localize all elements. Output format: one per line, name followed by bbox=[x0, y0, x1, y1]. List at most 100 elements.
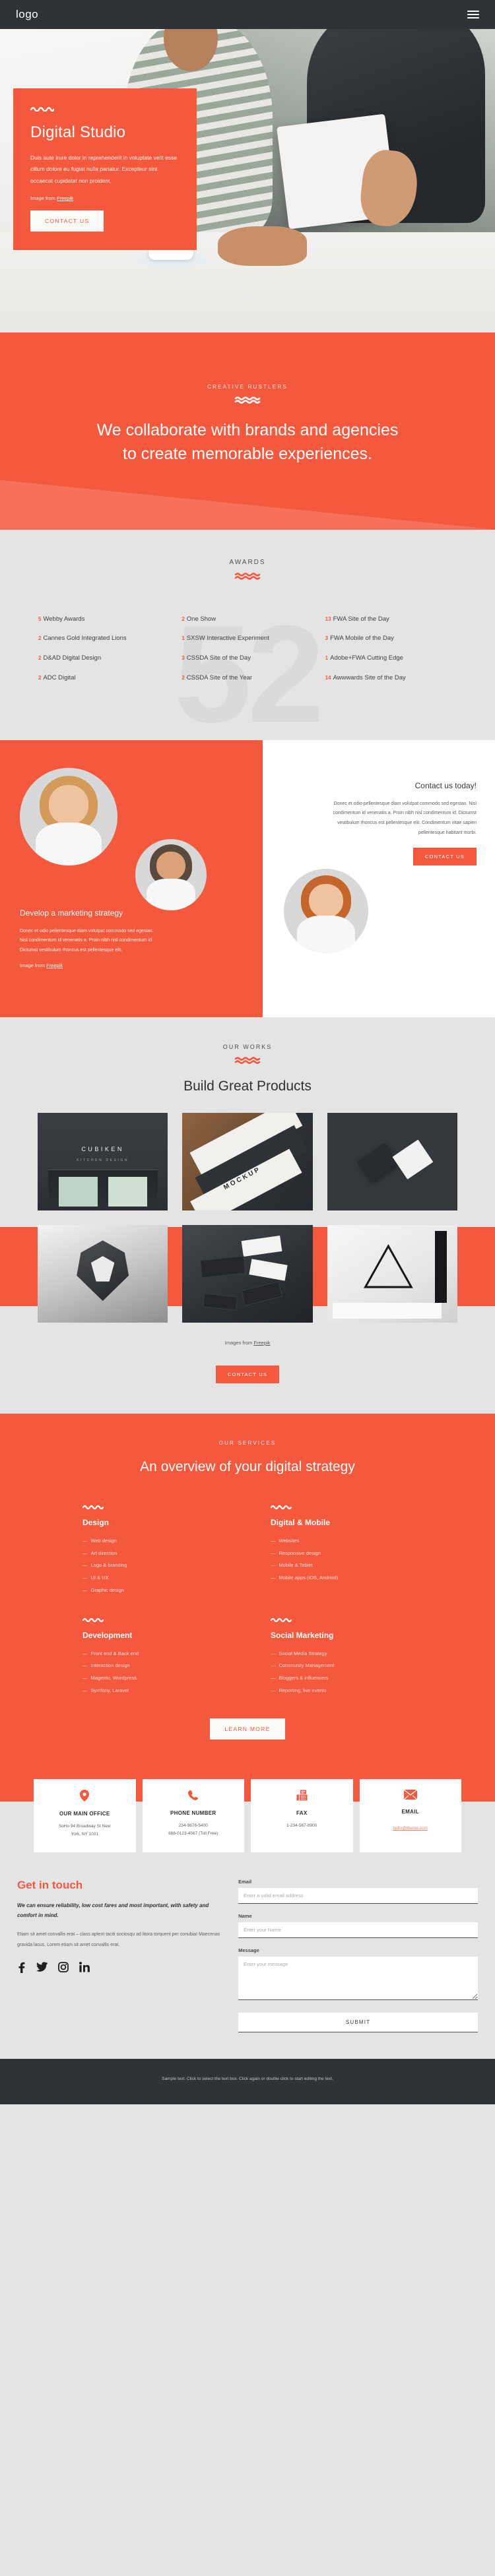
fax-icon bbox=[256, 1790, 348, 1803]
work-tile[interactable] bbox=[327, 1112, 457, 1210]
services-eyebrow: OUR SERVICES bbox=[218, 1439, 277, 1446]
service-item: — Mobile apps (iOS, Android) bbox=[271, 1575, 339, 1581]
contact-today-paragraph: Donec et odio pellentesque diam volutpat… bbox=[333, 801, 477, 835]
service-item: — Logo & branding bbox=[82, 1562, 127, 1569]
service-item: — Web design bbox=[82, 1537, 117, 1544]
service-column-digital-mobile: Digital & Mobile — Websites — Responsive d… bbox=[271, 1504, 412, 1597]
get-in-touch-body: Etiam sit amet convallis erat – class ap… bbox=[17, 1932, 220, 1947]
credit-link[interactable]: Freepik bbox=[253, 1340, 270, 1346]
service-list: — Front end & Back end — Interaction desig… bbox=[82, 1648, 224, 1697]
hero-card: Digital Studio Duis aute irure dolor in … bbox=[13, 88, 197, 251]
works-image-credit: Images from Freepik bbox=[0, 1340, 495, 1346]
hero-contact-button[interactable]: CONTACT US bbox=[30, 210, 104, 232]
service-item: — Responsive design bbox=[271, 1550, 321, 1556]
work-tile[interactable] bbox=[182, 1224, 313, 1323]
email-input[interactable] bbox=[238, 1887, 478, 1904]
works-grid: CUBIKEN KITCHEN DESIGN MOCKUP MOCKUP bbox=[19, 1112, 476, 1323]
contact-card-line: 888-0123-4567 (Toll Free) bbox=[168, 1831, 218, 1837]
strategy-text-block: Develop a marketing strategy Donec et od… bbox=[20, 908, 162, 978]
service-title: Digital & Mobile bbox=[271, 1517, 330, 1527]
contact-form: Email Name Message SUBMIT bbox=[238, 1879, 478, 2032]
award-item: 2 Cannes Gold Integrated Lions bbox=[38, 635, 127, 643]
hero-section: Digital Studio Duis aute irure dolor in … bbox=[0, 29, 495, 332]
footer-text: Sample text. Click to select the text bo… bbox=[162, 2076, 333, 2081]
learn-more-button[interactable]: LEARN MORE bbox=[210, 1718, 285, 1740]
contact-today-button[interactable]: CONTACT US bbox=[412, 847, 477, 865]
award-item: 3 FWA Mobile of the Day bbox=[325, 635, 394, 643]
facebook-icon[interactable] bbox=[17, 1962, 26, 1974]
site-logo[interactable]: logo bbox=[16, 8, 38, 21]
work-tile[interactable]: MOCKUP MOCKUP bbox=[182, 1112, 313, 1210]
awards-grid: 5 Webby Awards 2 One Show 13 FWA Site of th… bbox=[20, 615, 475, 694]
contact-card-title: PHONE NUMBER bbox=[170, 1809, 216, 1816]
contact-cards-section: OUR MAIN OFFICE SoHo 94 Broadway St New … bbox=[0, 1769, 495, 1875]
hero-paragraph: Duis aute irure dolor in reprehenderit i… bbox=[30, 154, 178, 184]
strategy-paragraph: Donec et odio pellentesque diam volutpat… bbox=[20, 928, 154, 953]
strategy-section: Develop a marketing strategy Donec et od… bbox=[0, 739, 495, 1017]
triangle-icon bbox=[364, 1244, 413, 1288]
contact-card-fax: FAX 1-234-567-8900 bbox=[251, 1778, 353, 1852]
footer: Sample text. Click to select the text bo… bbox=[0, 2058, 495, 2105]
get-in-touch-section: Get in touch We can ensure reliability, … bbox=[0, 1874, 495, 2059]
email-field-group: Email bbox=[238, 1879, 478, 1904]
service-item: — Symfony, Laravel bbox=[82, 1687, 129, 1693]
service-item: — Bloggers & influencers bbox=[271, 1675, 329, 1681]
squiggle-icon bbox=[0, 396, 495, 404]
award-item: 2 ADC Digital bbox=[38, 674, 76, 681]
message-textarea[interactable] bbox=[238, 1956, 478, 2000]
message-label: Message bbox=[238, 1947, 259, 1953]
service-list: — Web design — Art direction — Logo & brand… bbox=[82, 1535, 224, 1597]
work-tile[interactable] bbox=[327, 1224, 457, 1323]
works-heading: Build Great Products bbox=[183, 1078, 312, 1094]
contact-card-line: York, NY 1001 bbox=[71, 1832, 99, 1837]
credit-link[interactable]: Freepik bbox=[57, 195, 73, 201]
works-cta-wrap: CONTACT US bbox=[0, 1356, 495, 1383]
credit-link[interactable]: Freepik bbox=[46, 962, 63, 968]
get-in-touch-info: Get in touch We can ensure reliability, … bbox=[17, 1879, 221, 2032]
services-heading: An overview of your digital strategy bbox=[140, 1459, 355, 1474]
squiggle-icon bbox=[30, 106, 54, 111]
service-list: — Social Media Strategy — Community Manage… bbox=[271, 1648, 412, 1697]
collab-heading: We collaborate with brands and agencies … bbox=[96, 421, 399, 464]
hamburger-icon[interactable] bbox=[467, 11, 479, 18]
contact-card-title: FAX bbox=[296, 1809, 308, 1816]
contact-today-block: Contact us today! Donec et odio pellente… bbox=[325, 781, 477, 865]
work-tile[interactable]: CUBIKEN KITCHEN DESIGN bbox=[38, 1112, 168, 1210]
hero-image-credit: Image from Freepik bbox=[30, 195, 180, 201]
name-input[interactable] bbox=[238, 1922, 478, 1938]
award-item: 5 Webby Awards bbox=[38, 615, 85, 623]
diagonal-wedge bbox=[0, 480, 495, 530]
work-tile-subcaption: KITCHEN DESIGN bbox=[77, 1158, 129, 1163]
work-tile[interactable] bbox=[38, 1224, 168, 1323]
twitter-icon[interactable] bbox=[36, 1962, 48, 1973]
services-grid: Design — Web design — Art direction — Logo … bbox=[63, 1504, 432, 1697]
award-item: 14 Awwwards Site of the Day bbox=[325, 674, 406, 681]
email-link[interactable]: hello@theme.com bbox=[393, 1826, 428, 1831]
squiggle-icon bbox=[82, 1617, 106, 1623]
collaborate-section: CREATIVE RUSTLERS We collaborate with br… bbox=[0, 332, 495, 530]
award-item: 2 CSSDA Site of the Year bbox=[182, 674, 253, 681]
avatar bbox=[284, 868, 368, 953]
service-title: Development bbox=[82, 1630, 133, 1640]
linkedin-icon[interactable] bbox=[79, 1962, 90, 1973]
service-title: Design bbox=[82, 1517, 110, 1527]
instagram-icon[interactable] bbox=[58, 1962, 69, 1973]
works-contact-button[interactable]: CONTACT US bbox=[215, 1365, 280, 1383]
submit-button[interactable]: SUBMIT bbox=[238, 2012, 478, 2032]
service-item: — Community Management bbox=[271, 1662, 335, 1669]
squiggle-icon bbox=[0, 1056, 495, 1064]
service-column-social-marketing: Social Marketing — Social Media Strategy … bbox=[271, 1617, 412, 1697]
award-item: 3 CSSDA Site of the Day bbox=[182, 654, 251, 662]
contact-card-office: OUR MAIN OFFICE SoHo 94 Broadway St New … bbox=[34, 1778, 136, 1852]
navbar: logo bbox=[0, 0, 495, 29]
awards-section: AWARDS 52 5Webby Awards 2One Show 13FWA … bbox=[0, 529, 495, 740]
social-links bbox=[17, 1962, 221, 1974]
contact-card-email: EMAIL hello@theme.com bbox=[359, 1778, 461, 1852]
award-item: 2 D&AD Digital Design bbox=[38, 654, 102, 662]
avatar bbox=[20, 767, 117, 865]
contact-card-title: EMAIL bbox=[401, 1808, 419, 1815]
credit-prefix: Images from bbox=[224, 1339, 254, 1346]
avatar bbox=[135, 838, 207, 910]
page-root: logo Digital Studio Duis aute irure dolo… bbox=[0, 0, 495, 2105]
work-tile-caption: CUBIKEN bbox=[81, 1146, 124, 1153]
